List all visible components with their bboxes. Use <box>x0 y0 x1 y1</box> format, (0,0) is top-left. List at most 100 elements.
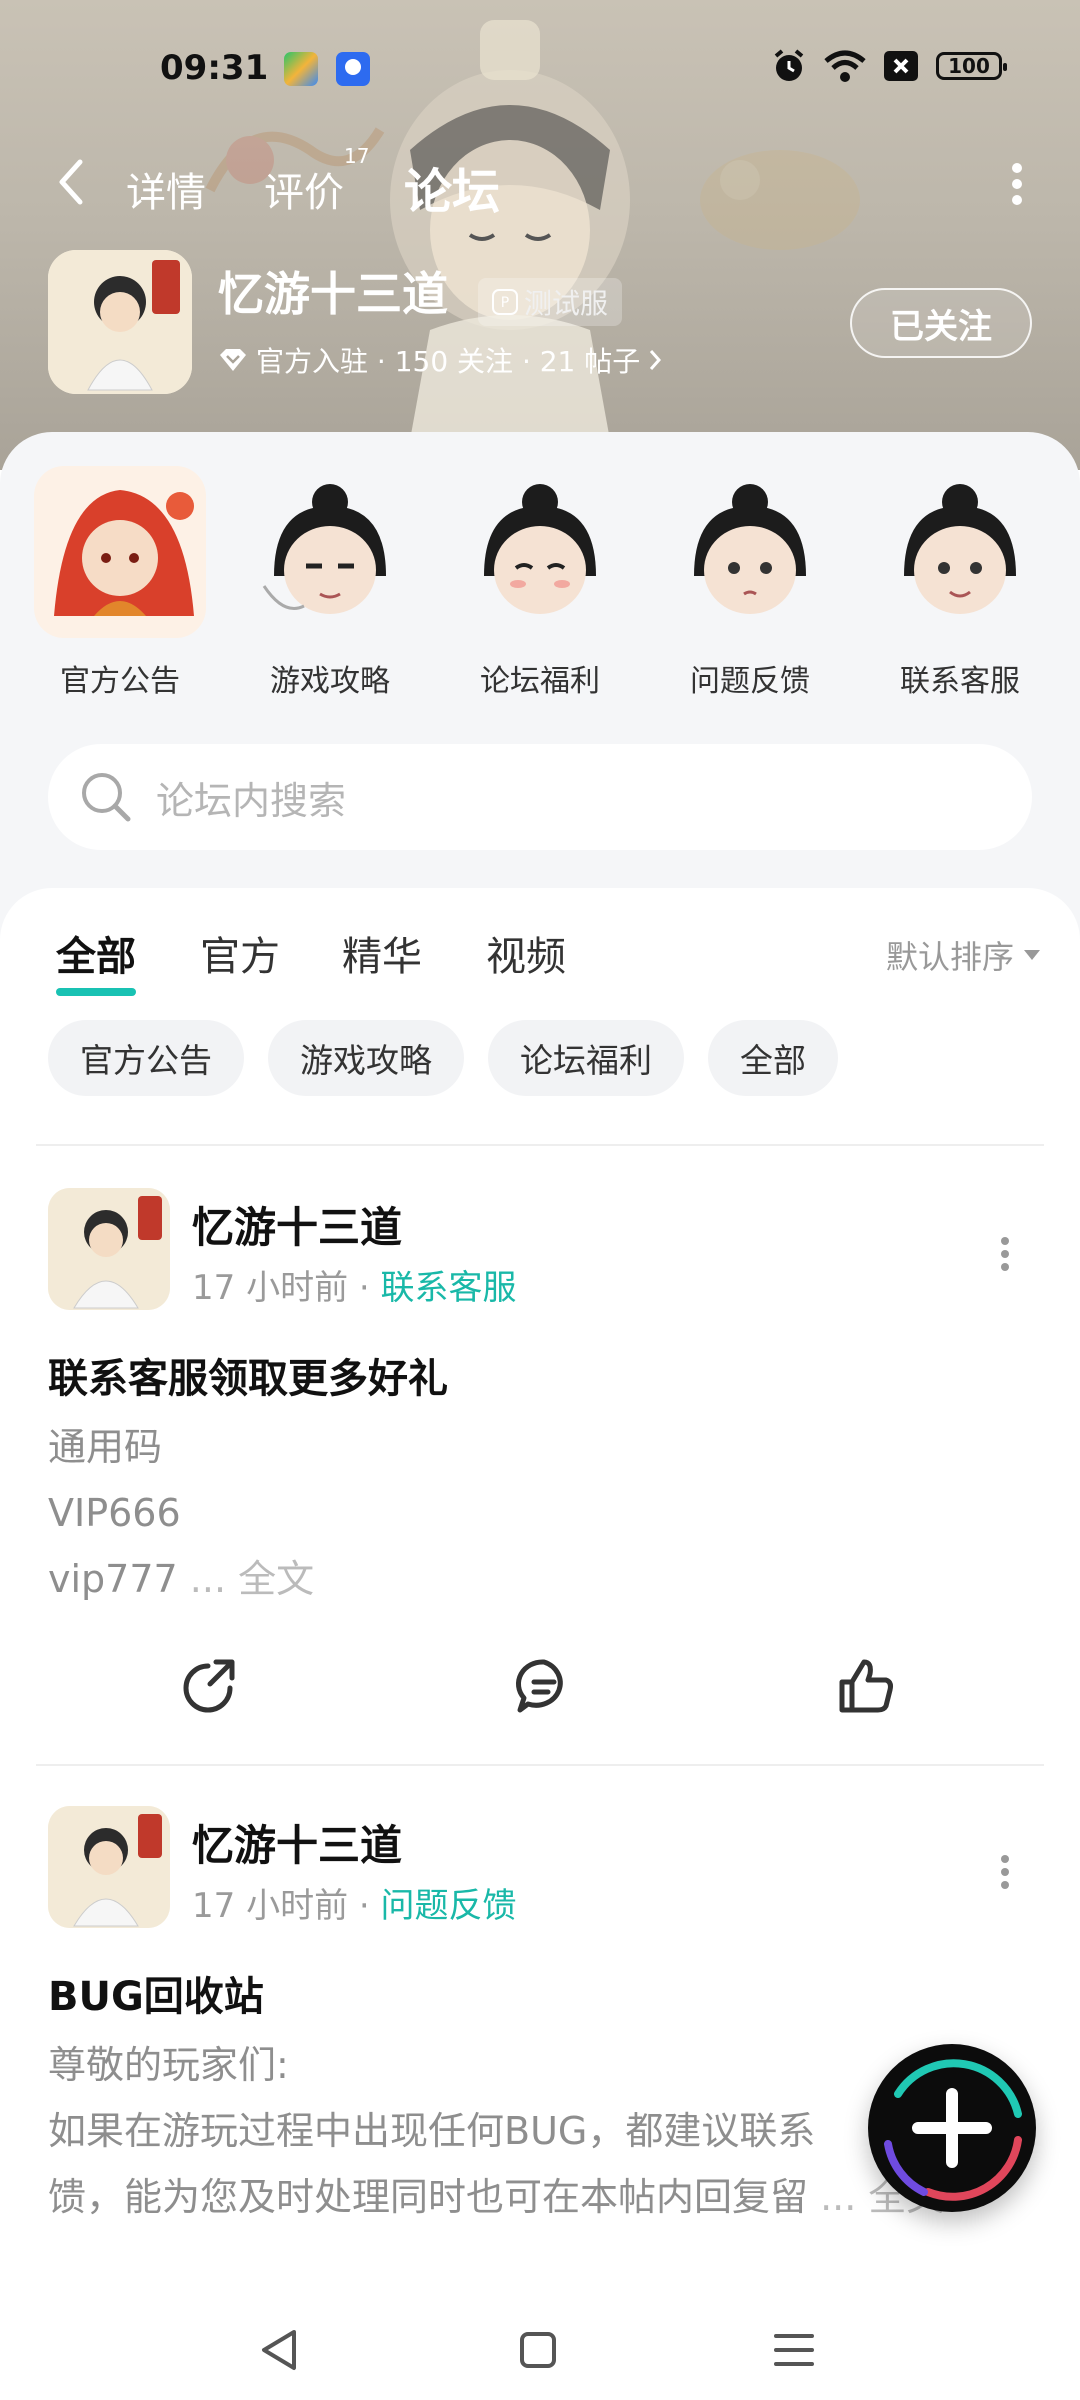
post-line: vip777 <box>48 1557 178 1601</box>
post-more-icon[interactable] <box>1000 1854 1010 1890</box>
post-meta: 17 小时前 · 联系客服 <box>192 1260 517 1309</box>
nav-back-icon[interactable] <box>250 2320 310 2380</box>
post-category[interactable]: 联系客服 <box>381 1268 517 1308</box>
post-line: VIP666 <box>48 1491 181 1535</box>
post-more-icon[interactable] <box>1000 1236 1010 1272</box>
feed-tab-all[interactable]: 全部 <box>56 924 136 996</box>
post-ellipsis: ... <box>808 2175 869 2219</box>
header-banner: 09:31 100 详情 评价 17 论坛 忆游十三道 P 测试服 官方入驻 ·… <box>0 0 1080 470</box>
chip-announcements[interactable]: 官方公告 <box>48 1020 244 1096</box>
read-more-link[interactable]: 全文 <box>238 1557 314 1601</box>
test-badge-label: 测试服 <box>524 287 609 320</box>
author-avatar[interactable] <box>48 1806 170 1928</box>
post-excerpt: 通用码 VIP666 vip777 ... 全文 <box>48 1414 314 1612</box>
status-time: 09:31 <box>160 48 269 88</box>
feed-tab-video[interactable]: 视频 <box>486 924 566 982</box>
chip-benefits[interactable]: 论坛福利 <box>488 1020 684 1096</box>
like-icon[interactable] <box>834 1654 898 1718</box>
shortcut-feedback-avatar <box>664 466 836 638</box>
post-author[interactable]: 忆游十三道 <box>192 1194 402 1255</box>
post-line: 馈，能为您及时处理同时也可在本帖内回复留 <box>48 2175 809 2219</box>
shortcut-feedback[interactable]: 问题反馈 <box>650 466 850 700</box>
game-meta-text: 官方入驻 · 150 关注 · 21 帖子 <box>256 345 641 378</box>
shortcut-guides[interactable]: 游戏攻略 <box>230 466 430 700</box>
post-line: 如果在游玩过程中出现任何BUG，都建议联系 <box>48 2109 816 2153</box>
post-actions <box>0 1654 1080 1734</box>
more-options-icon[interactable] <box>1010 162 1024 206</box>
forum-search-bar[interactable]: 论坛内搜索 <box>48 744 1032 850</box>
tab-forum[interactable]: 论坛 <box>397 152 507 222</box>
svg-text:P: P <box>501 295 509 311</box>
reviews-count-badge: 17 <box>344 144 370 168</box>
post-category[interactable]: 问题反馈 <box>381 1886 517 1926</box>
dropdown-arrow-icon <box>1024 950 1040 960</box>
post-line: 尊敬的玩家们: <box>48 2043 289 2087</box>
game-icon[interactable] <box>48 250 192 394</box>
divider <box>36 1144 1044 1146</box>
meta-separator: · <box>358 1886 370 1926</box>
post-title: BUG回收站 <box>48 1974 264 2020</box>
create-post-button[interactable] <box>868 2044 1036 2212</box>
post-excerpt: 尊敬的玩家们: 如果在游玩过程中出现任何BUG，都建议联系 馈，能为您及时处理同… <box>48 2032 944 2230</box>
back-arrow-icon[interactable] <box>50 154 94 210</box>
feed-tabs: 全部 官方 精华 视频 默认排序 <box>0 924 1080 1004</box>
post-time: 17 小时前 <box>192 1886 349 1926</box>
search-placeholder: 论坛内搜索 <box>156 778 347 823</box>
alarm-icon <box>774 49 804 81</box>
system-navigation-bar <box>0 2290 1080 2400</box>
test-server-badge: P 测试服 <box>478 278 623 326</box>
shortcut-guides-avatar <box>244 466 416 638</box>
shortcut-announcements[interactable]: 官方公告 <box>20 466 220 700</box>
post-line: 通用码 <box>48 1425 163 1469</box>
post-time: 17 小时前 <box>192 1268 349 1308</box>
plus-icon <box>884 2059 1022 2201</box>
tab-details[interactable]: 详情 <box>126 160 206 218</box>
sort-label: 默认排序 <box>885 938 1014 976</box>
battery-icon: 100 <box>936 52 1007 80</box>
top-nav: 详情 评价 17 论坛 <box>0 138 1080 228</box>
battery-level: 100 <box>948 54 990 78</box>
tab-reviews[interactable]: 评价 <box>264 160 344 218</box>
wifi-icon <box>824 50 866 82</box>
forum-shortcuts: 官方公告 游戏攻略 论坛福利 问题反馈 联系客服 <box>0 466 1080 699</box>
shortcut-label: 联系客服 <box>900 664 1020 699</box>
author-avatar[interactable] <box>48 1188 170 1310</box>
nav-menu-icon[interactable] <box>764 2320 824 2380</box>
shortcut-benefits[interactable]: 论坛福利 <box>440 466 640 700</box>
post-item[interactable]: 忆游十三道 17 小时前 · 联系客服 联系客服领取更多好礼 通用码 VIP66… <box>0 1188 1080 1608</box>
search-icon <box>82 773 131 822</box>
comment-icon[interactable] <box>512 1654 576 1718</box>
shortcut-label: 官方公告 <box>60 664 180 699</box>
category-chips: 官方公告 游戏攻略 论坛福利 全部 <box>48 1020 838 1096</box>
app-notification-icon <box>284 52 318 86</box>
app-notification-icon <box>336 52 370 86</box>
feed-tab-official[interactable]: 官方 <box>200 924 280 982</box>
nav-home-icon[interactable] <box>508 2320 568 2380</box>
verified-diamond-icon <box>220 349 246 371</box>
game-meta[interactable]: 官方入驻 · 150 关注 · 21 帖子 <box>218 340 662 380</box>
chip-all[interactable]: 全部 <box>708 1020 838 1096</box>
sort-dropdown[interactable]: 默认排序 <box>886 932 1040 978</box>
chevron-right-icon <box>650 350 662 370</box>
divider <box>36 1764 1044 1766</box>
shortcut-announcements-avatar <box>34 466 206 638</box>
share-icon[interactable] <box>178 1654 242 1718</box>
shortcut-support[interactable]: 联系客服 <box>860 466 1060 700</box>
feed-tab-featured[interactable]: 精华 <box>342 924 422 982</box>
post-meta: 17 小时前 · 问题反馈 <box>192 1878 517 1927</box>
meta-separator: · <box>358 1268 370 1308</box>
post-title: 联系客服领取更多好礼 <box>48 1356 448 1402</box>
shortcut-support-avatar <box>874 466 1046 638</box>
status-icons: 100 <box>772 48 1007 84</box>
status-bar: 09:31 100 <box>0 0 1080 140</box>
chip-guides[interactable]: 游戏攻略 <box>268 1020 464 1096</box>
game-name: 忆游十三道 <box>218 267 448 321</box>
shortcut-label: 游戏攻略 <box>270 664 390 699</box>
post-ellipsis: ... <box>177 1557 239 1601</box>
follow-button[interactable]: 已关注 <box>850 288 1032 358</box>
post-author[interactable]: 忆游十三道 <box>192 1812 402 1873</box>
test-badge-icon: P <box>492 289 518 315</box>
shortcut-label: 论坛福利 <box>480 664 600 699</box>
shortcut-benefits-avatar <box>454 466 626 638</box>
shortcut-label: 问题反馈 <box>690 664 810 699</box>
